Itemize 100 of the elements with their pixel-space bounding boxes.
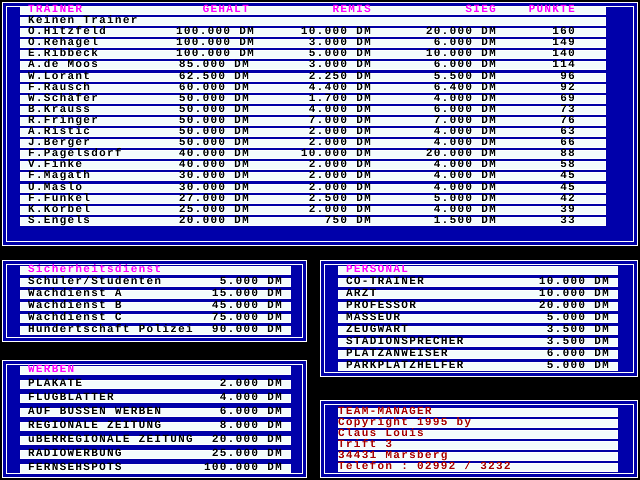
table-cell-text: 4.000 DM [432,206,497,215]
table-row[interactable]: V.Finke 40.000 DM 2.000 DM 4.000 DM 58 [20,161,606,170]
table-cell-text: 2.000 DM [308,184,372,192]
list-row[interactable]: uBERREGIONALE ZEITUNG 20.000 DM [20,436,291,445]
item-price: 90.000 DM [212,326,283,335]
table-row[interactable]: J.Berger 50.000 DM 2.000 DM 4.000 DM 66 [20,139,606,148]
table-cell-text: 2.500 DM [308,194,372,204]
list-row[interactable]: PLATZANWEISER 6.000 DM [338,350,618,359]
table-row[interactable]: U.Maslo 30.000 DM 2.000 DM 4.000 DM 45 [20,184,606,192]
table-cell-text: 160 [551,28,576,38]
item-price: 20.000 DM [212,436,283,445]
item-price: 100.000 DM [204,464,283,473]
table-cell-text: 66 [559,139,576,148]
table-cell-text: 750 DM [324,216,372,226]
list-row[interactable]: Wachdienst C 75.000 DM [20,314,291,323]
trainer-name: A.de Moos [28,61,100,70]
table-cell-text: 33 [559,216,576,226]
table-cell-text: 4.000 DM [432,161,497,170]
table-cell-text: 30.000 DM [178,184,250,192]
list-row[interactable]: PROFESSOR 20.000 DM [338,302,618,311]
table-row[interactable]: E.Ribbeck 100.000 DM 5.000 DM 10.000 DM 140 [20,50,606,60]
table-cell-text: 10.000 DM [300,150,372,160]
list-row[interactable]: PLAKATE 2.000 DM [20,380,291,389]
table-cell-text: 20.000 DM [178,216,250,226]
column-header: PUNKTE [528,6,576,15]
item-label: REGIONALE ZEITUNG [28,422,162,431]
table-cell-text: 60.000 DM [178,84,250,93]
item-price: 2.000 DM [220,380,283,389]
table-cell-text: 6.400 DM [432,84,497,93]
table-row[interactable]: R.Fringer 50.000 DM 7.000 DM 7.000 DM 76 [20,116,606,126]
item-label: ARZT [346,290,378,299]
trainer-name: J.Berger [28,139,92,148]
item-label: ZEUGWART [346,326,410,335]
table-cell-text: 73 [559,106,576,115]
table-cell-text: 27.000 DM [178,194,250,204]
trainer-name: F.Funkel [28,194,92,204]
list-row[interactable]: CO-TRAINER 10.000 DM [338,278,618,287]
table-cell-text: 2.000 DM [308,128,372,138]
credits-line: Trift 3 [338,441,394,450]
table-cell-text: 5.500 DM [432,72,497,82]
list-row[interactable]: ARZT 10.000 DM [338,290,618,299]
item-label: Wachdienst C [28,314,123,323]
item-price: 10.000 DM [538,278,610,287]
list-row[interactable]: Wachdienst A 15.000 DM [20,290,291,299]
table-row[interactable]: F.Magath 30.000 DM 2.000 DM 4.000 DM 45 [20,172,606,182]
item-label: PLAKATE [28,380,84,389]
item-price: 75.000 DM [212,314,283,323]
table-row[interactable]: F.Pagelsdorf 40.000 DM 10.000 DM 20.000 DM 88 [20,150,606,160]
item-label: Hundertschaft Polizei [28,326,194,335]
item-label: CO-TRAINER [346,278,426,287]
column-header: TRAINER [28,6,84,15]
item-price: 3.500 DM [546,338,610,347]
table-cell-text: 2.250 DM [308,72,372,82]
table-cell-text: 2.000 DM [308,161,372,170]
table-cell-text: 5.000 DM [308,50,372,60]
table-cell-text: 114 [551,61,576,70]
list-row[interactable]: RADIOWERBUNG 25.000 DM [20,450,291,459]
item-label: RADIOWERBUNG [28,450,123,459]
list-row[interactable]: Schüler/Studenten 5.000 DM [20,278,291,287]
table-cell-text: 6.000 DM [432,106,497,115]
list-row[interactable]: STADIONSPRECHER 3.500 DM [338,338,618,347]
table-cell-text: 85.000 DM [178,61,250,70]
list-row[interactable]: REGIONALE ZEITUNG 8.000 DM [20,422,291,431]
trainer-name: F.Rausch [28,84,92,93]
table-row[interactable]: B.Krauss 50.000 DM 4.000 DM 6.000 DM 73 [20,106,606,115]
item-label: uBERREGIONALE ZEITUNG [28,436,194,445]
list-row[interactable]: PARKPLATZHELFER 5.000 DM [338,362,618,371]
list-row[interactable]: Wachdienst B 45.000 DM [20,302,291,311]
table-row[interactable]: W.Lorant 62.500 DM 2.250 DM 5.500 DM 96 [20,72,606,82]
list-row[interactable]: AUF BUSSEN WERBEN 6.000 DM [20,408,291,417]
credits-line: 34431 Marsberg [338,452,449,461]
table-cell-text: 6.000 DM [434,39,497,48]
list-row[interactable]: ZEUGWART 3.500 DM [338,326,618,335]
item-price: 20.000 DM [538,302,610,311]
list-row[interactable]: MASSEUR 5.000 DM [338,314,618,323]
table-row[interactable]: K.Körbel 25.000 DM 2.000 DM 4.000 DM 39 [20,206,606,215]
table-row[interactable]: A.de Moos 85.000 DM 3.000 DM 6.000 DM 114 [20,61,606,70]
table-row[interactable]: O.Rehagel 100.000 DM 3.000 DM 6.000 DM 149 [20,39,606,48]
table-cell-text: 96 [559,72,576,82]
list-row[interactable]: FERNSEHSPOTS 100.000 DM [20,464,291,473]
table-cell-text: 58 [559,161,576,170]
list-row[interactable]: FLUGBLATTER 4.000 DM [20,394,291,403]
item-label: FLUGBLATTER [28,394,115,403]
trainer-name: V.Finke [28,161,84,170]
table-cell-text: 4.000 DM [308,106,372,115]
trainer-name: S.Engels [28,216,92,226]
table-row[interactable]: F.Rausch 60.000 DM 4.400 DM 6.400 DM 92 [20,84,606,93]
table-cell-text: 50.000 DM [178,106,250,115]
table-row[interactable]: S.Engels 20.000 DM 750 DM 1.500 DM 33 [20,216,606,226]
table-row[interactable]: A.Ristic 50.000 DM 2.000 DM 4.000 DM 63 [20,128,606,138]
trainer-name: R.Fringer [28,116,100,126]
table-cell-text: 10.000 DM [424,50,497,60]
table-row[interactable]: W.Schäfer 50.000 DM 1.700 DM 4.000 DM 69 [20,94,606,104]
trainer-name: A.Ristic [28,128,92,138]
table-row[interactable]: Keinen Trainer [20,17,606,26]
trainer-name: U.Maslo [28,184,84,192]
table-row[interactable]: F.Funkel 27.000 DM 2.500 DM 5.000 DM 42 [20,194,606,204]
table-row[interactable]: O.Hitzfeld 100.000 DM 10.000 DM 20.000 DM 160 [20,28,606,38]
list-row[interactable]: Hundertschaft Polizei 90.000 DM [20,326,291,335]
table-cell-text: 39 [559,206,576,215]
